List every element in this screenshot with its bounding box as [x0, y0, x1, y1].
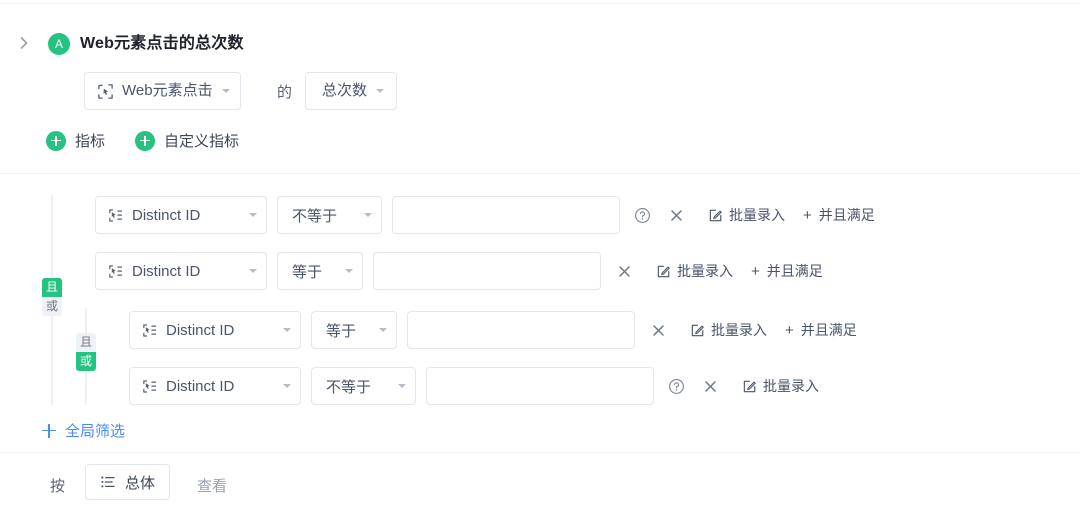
operator-select[interactable]: 不等于 — [311, 367, 416, 405]
and-option-inner[interactable]: 且 — [76, 333, 96, 352]
help-icon[interactable] — [634, 207, 651, 224]
chevron-down-icon — [364, 213, 372, 217]
value-input[interactable] — [407, 311, 635, 349]
close-icon[interactable] — [617, 264, 632, 279]
operator-select[interactable]: 不等于 — [277, 196, 382, 234]
by-label: 按 — [50, 475, 65, 496]
property-select[interactable]: Distinct ID — [129, 367, 301, 405]
add-global-filter-label: 全局筛选 — [65, 420, 125, 441]
distinct-id-icon — [107, 263, 124, 280]
aggregation-select[interactable]: 总次数 — [305, 72, 397, 110]
plus-icon: + — [751, 263, 760, 280]
chevron-down-icon — [398, 384, 406, 388]
distinct-id-icon — [141, 378, 158, 395]
chevron-down-icon — [379, 328, 387, 332]
aggregation-select-label: 总次数 — [322, 73, 367, 109]
close-icon[interactable] — [703, 379, 718, 394]
metric-letter-badge: A — [48, 33, 70, 55]
and-option-outer[interactable]: 且 — [42, 278, 62, 297]
chevron-right-icon[interactable] — [16, 35, 32, 51]
bulk-import-label: 批量录入 — [763, 376, 819, 396]
add-condition-label: 并且满足 — [801, 320, 857, 340]
metric-section: A Web元素点击的总次数 Web元素点击 的 总次数 指标 — [0, 4, 1080, 173]
bulk-import-button[interactable]: 批量录入 — [708, 205, 785, 225]
analysis-query-builder: A Web元素点击的总次数 Web元素点击 的 总次数 指标 — [0, 0, 1080, 520]
web-element-click-icon — [97, 83, 114, 100]
property-select-label: Distinct ID — [166, 322, 234, 339]
add-condition-button[interactable]: + 并且满足 — [751, 261, 823, 281]
add-metric-button[interactable]: 指标 — [46, 130, 105, 151]
bulk-import-button[interactable]: 批量录入 — [690, 320, 767, 340]
plus-circle-icon — [46, 131, 66, 151]
plus-icon: + — [785, 322, 794, 339]
edit-icon — [656, 264, 671, 279]
edit-icon — [690, 323, 705, 338]
filter-row: Distinct ID 不等于 — [95, 196, 875, 234]
filter-row: Distinct ID 等于 — [95, 252, 823, 290]
value-input[interactable] — [426, 367, 654, 405]
chevron-down-icon — [283, 328, 291, 332]
add-metric-label: 指标 — [75, 130, 105, 151]
plus-icon — [42, 424, 56, 438]
property-select[interactable]: Distinct ID — [95, 252, 267, 290]
edit-icon — [742, 379, 757, 394]
chevron-down-icon — [249, 269, 257, 273]
distinct-id-icon — [107, 207, 124, 224]
operator-select-label: 等于 — [326, 320, 356, 341]
help-icon[interactable] — [668, 378, 685, 395]
bulk-import-button[interactable]: 批量录入 — [656, 261, 733, 281]
operator-select-label: 不等于 — [292, 205, 337, 226]
add-condition-label: 并且满足 — [767, 261, 823, 281]
property-select-label: Distinct ID — [132, 207, 200, 224]
property-select-label: Distinct ID — [132, 263, 200, 280]
filter-row: Distinct ID 不等于 — [129, 367, 819, 405]
plus-circle-icon — [135, 131, 155, 151]
property-select[interactable]: Distinct ID — [129, 311, 301, 349]
filter-section: 且 或 且 或 Distinct ID 不等于 — [0, 174, 1080, 452]
chevron-down-icon — [283, 384, 291, 388]
close-icon[interactable] — [651, 323, 666, 338]
conjunction-label: 的 — [277, 81, 292, 102]
operator-select[interactable]: 等于 — [277, 252, 363, 290]
operator-select-label: 不等于 — [326, 376, 371, 397]
event-select-label: Web元素点击 — [122, 73, 213, 109]
value-input[interactable] — [392, 196, 620, 234]
group-by-section: 按 总体 查看 — [0, 453, 1080, 520]
list-icon — [100, 474, 116, 490]
chevron-down-icon — [249, 213, 257, 217]
view-label[interactable]: 查看 — [197, 475, 227, 496]
bulk-import-label: 批量录入 — [729, 205, 785, 225]
filter-row: Distinct ID 等于 — [129, 311, 857, 349]
property-select-label: Distinct ID — [166, 378, 234, 395]
group-by-select[interactable]: 总体 — [85, 464, 170, 500]
operator-select[interactable]: 等于 — [311, 311, 397, 349]
chevron-down-icon — [222, 89, 230, 93]
and-or-toggle-outer[interactable]: 且 或 — [42, 278, 62, 316]
add-custom-metric-label: 自定义指标 — [164, 130, 239, 151]
bulk-import-label: 批量录入 — [677, 261, 733, 281]
or-option-outer[interactable]: 或 — [42, 297, 62, 316]
bulk-import-button[interactable]: 批量录入 — [742, 376, 819, 396]
chevron-down-icon — [376, 89, 384, 93]
or-option-inner[interactable]: 或 — [76, 352, 96, 371]
add-condition-button[interactable]: + 并且满足 — [803, 205, 875, 225]
add-global-filter-button[interactable]: 全局筛选 — [42, 420, 125, 441]
and-or-toggle-inner[interactable]: 且 或 — [76, 333, 96, 371]
operator-select-label: 等于 — [292, 261, 322, 282]
add-condition-button[interactable]: + 并且满足 — [785, 320, 857, 340]
metric-add-actions: 指标 自定义指标 — [46, 130, 239, 151]
add-custom-metric-button[interactable]: 自定义指标 — [135, 130, 239, 151]
bulk-import-label: 批量录入 — [711, 320, 767, 340]
close-icon[interactable] — [669, 208, 684, 223]
chevron-down-icon — [345, 269, 353, 273]
add-condition-label: 并且满足 — [819, 205, 875, 225]
value-input[interactable] — [373, 252, 601, 290]
edit-icon — [708, 208, 723, 223]
event-select[interactable]: Web元素点击 — [84, 72, 241, 110]
page-title: Web元素点击的总次数 — [80, 33, 244, 55]
plus-icon: + — [803, 207, 812, 224]
group-by-label: 总体 — [125, 472, 155, 493]
property-select[interactable]: Distinct ID — [95, 196, 267, 234]
distinct-id-icon — [141, 322, 158, 339]
